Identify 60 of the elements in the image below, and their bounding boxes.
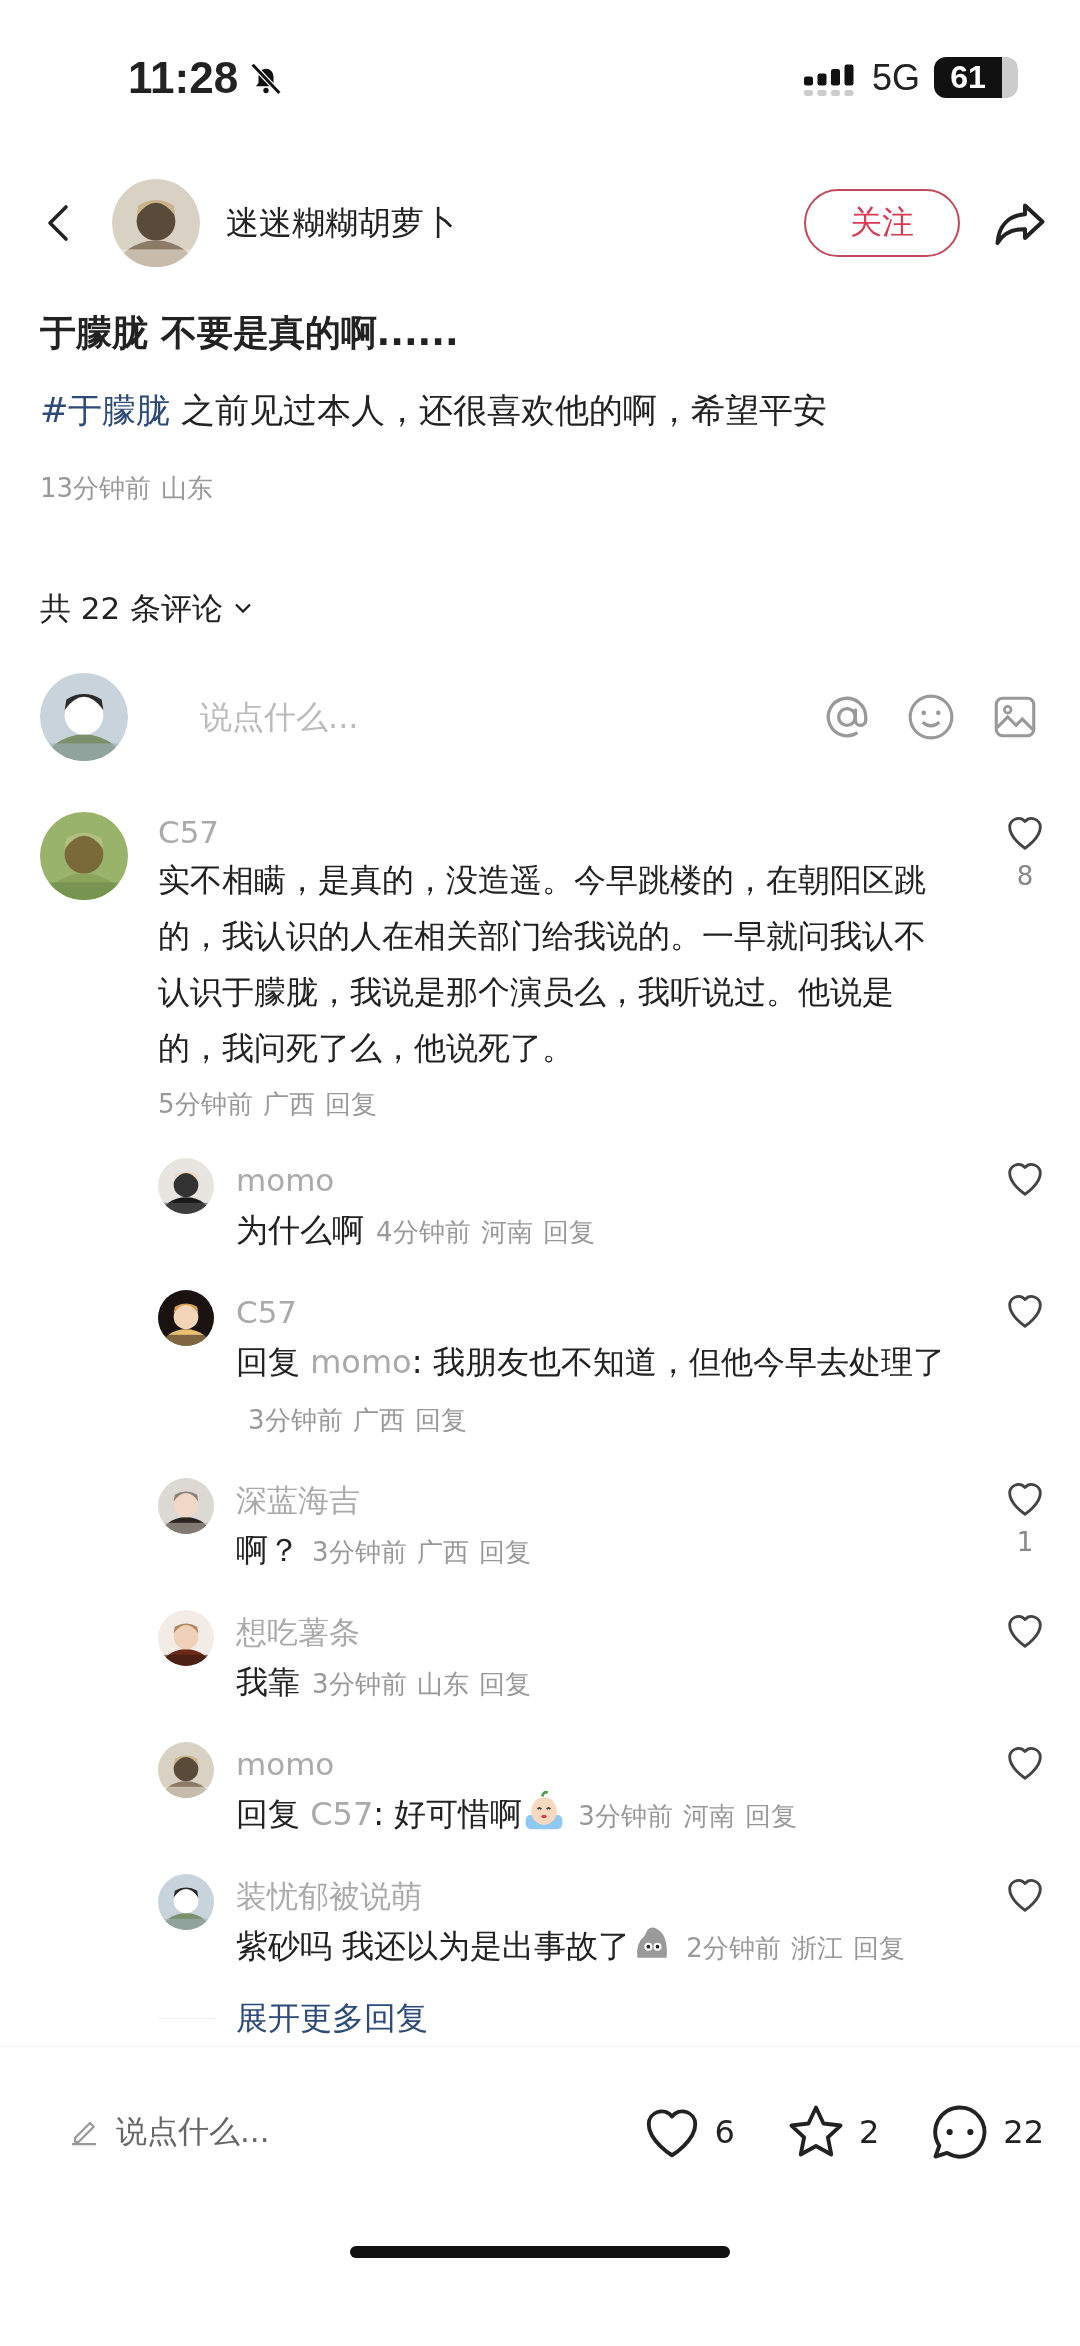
reply-link[interactable]: 回复 — [744, 1801, 797, 1832]
comment-text: 我靠 — [236, 1663, 300, 1702]
comment-location: 山东 — [416, 1669, 469, 1700]
comment-location: 广西 — [262, 1089, 315, 1120]
home-indicator[interactable] — [350, 2246, 730, 2259]
comment-time: 4分钟前 — [376, 1217, 471, 1248]
mentioned-user[interactable]: C57 — [310, 1795, 374, 1834]
reply-link[interactable]: 回复 — [324, 1089, 377, 1120]
commenter-name[interactable]: C57 — [158, 812, 980, 853]
reply-prefix: 回复 — [236, 1795, 300, 1834]
comment-time: 3分钟前 — [578, 1801, 673, 1832]
favorite-total: 2 — [858, 2112, 880, 2151]
reply-link[interactable]: 回复 — [478, 1669, 531, 1700]
comment-text: : 我朋友也不知道，但他今早去处理了 — [411, 1343, 945, 1382]
comment-time: 3分钟前 — [312, 1669, 407, 1700]
comment-location: 广西 — [352, 1405, 405, 1436]
comment-text: 啊？ — [236, 1531, 300, 1570]
commenter-name[interactable]: C57 — [236, 1290, 980, 1335]
comment-location: 河南 — [480, 1217, 533, 1248]
network-label: 5G — [871, 56, 920, 99]
commenter-name[interactable]: momo — [236, 1158, 980, 1203]
comment-time: 5分钟前 — [158, 1089, 253, 1120]
reply-link[interactable]: 回复 — [852, 1933, 905, 1964]
like-count: 1 — [1016, 1526, 1034, 1560]
status-time: 11:28 — [128, 52, 239, 103]
commenter-name[interactable]: 装忧郁被说萌 — [236, 1874, 980, 1919]
post-time: 13分钟前 — [40, 472, 152, 506]
follow-button[interactable]: 关注 — [804, 189, 960, 258]
comment-text: 紫砂吗 我还以为是出事故了 — [236, 1927, 631, 1966]
reply-link[interactable]: 回复 — [542, 1217, 595, 1248]
comment-location: 河南 — [682, 1801, 735, 1832]
post-location: 山东 — [161, 472, 214, 506]
comment-text: : 好可惜啊 — [373, 1795, 523, 1834]
bottom-comment-field[interactable]: 说点什么... — [66, 2110, 591, 2153]
comment-text: 为什么啊 — [236, 1211, 364, 1250]
reply-link[interactable]: 回复 — [478, 1537, 531, 1568]
comment-location: 浙江 — [790, 1933, 843, 1964]
like-count: 8 — [1016, 860, 1034, 894]
comment-time: 3分钟前 — [312, 1537, 407, 1568]
show-more-replies-link[interactable]: 展开更多回复 — [236, 1990, 428, 2047]
like-total: 6 — [714, 2112, 735, 2151]
commenter-name[interactable]: momo — [236, 1742, 980, 1787]
comment-total: 22 — [1003, 2112, 1044, 2151]
author-name[interactable]: 迷迷糊糊胡萝卜 — [226, 200, 804, 246]
comment-count-toggle[interactable]: 共 22 条评论 — [40, 583, 258, 634]
post-title: 于朦胧 不要是真的啊...... — [40, 311, 460, 356]
comment-time: 3分钟前 — [248, 1405, 343, 1436]
post-text: 之前见过本人，还很喜欢他的啊，希望平安 — [180, 390, 828, 431]
comment-text: 实不相瞒，是真的，没造遥。今早跳楼的，在朝阳区跳的，我认识的人在相关部门给我说的。一早就问我认不认识于朦胧，我说是那个演员么，我听说过。他说是的，我问死了么，他说死了。 — [158, 861, 926, 1068]
reply-link[interactable]: 回复 — [414, 1405, 467, 1436]
battery-indicator: 61 — [934, 57, 1018, 99]
comment-location: 广西 — [416, 1537, 469, 1568]
reply-prefix: 回复 — [236, 1343, 300, 1382]
comment-time: 2分钟前 — [686, 1933, 781, 1964]
commenter-name[interactable]: 深蓝海吉 — [236, 1478, 980, 1523]
commenter-name[interactable]: 想吃薯条 — [236, 1610, 980, 1655]
comment-input-field[interactable]: 说点什么... — [198, 697, 788, 738]
mentioned-user[interactable]: momo — [310, 1343, 412, 1382]
placeholder-text: 说点什么... — [116, 2111, 270, 2151]
hashtag-link[interactable]: #于朦胧 — [40, 390, 171, 431]
